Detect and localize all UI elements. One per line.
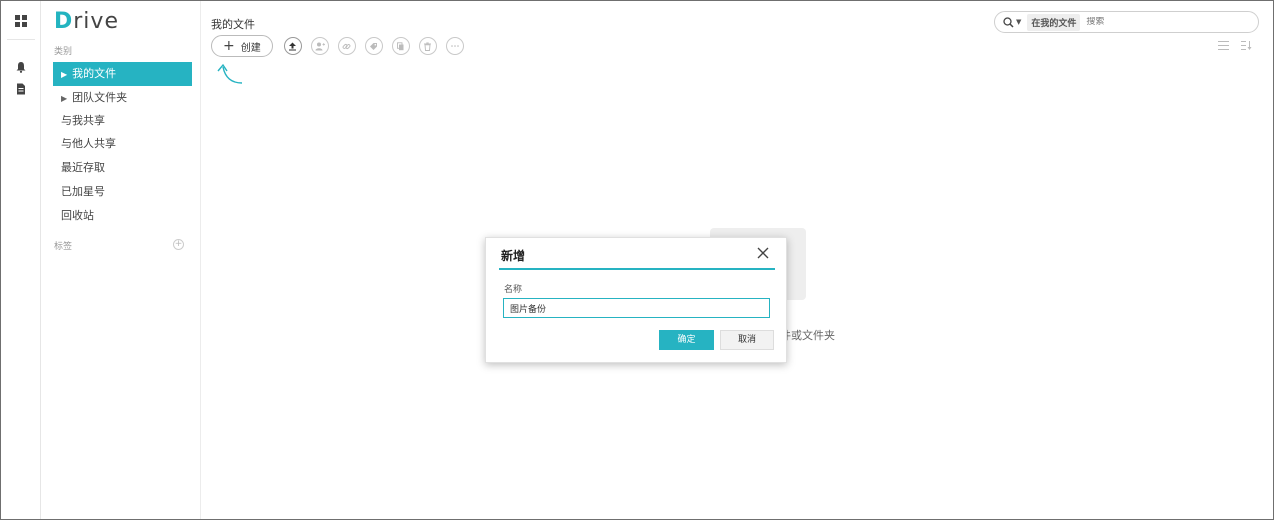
- rail-divider: [7, 39, 35, 40]
- tag-icon[interactable]: [364, 37, 383, 55]
- sidebar-item-trash[interactable]: 回收站: [53, 204, 192, 228]
- add-tag-icon[interactable]: +: [173, 239, 184, 250]
- dialog-divider: [499, 268, 775, 270]
- copy-icon[interactable]: [391, 37, 410, 55]
- name-field-label: 名称: [504, 285, 523, 295]
- view-toggles: [1218, 41, 1252, 50]
- page-title: 我的文件: [211, 18, 255, 31]
- close-icon[interactable]: [756, 246, 770, 260]
- more-icon[interactable]: [445, 37, 464, 55]
- search-box[interactable]: ▼ 在我的文件: [994, 11, 1259, 33]
- drive-logo[interactable]: Drive: [54, 9, 119, 34]
- logo-text: rive: [73, 9, 119, 34]
- sidebar-item-starred[interactable]: 已加星号: [53, 180, 192, 204]
- sidebar-item-label: 与我共享: [61, 114, 105, 127]
- plus-icon: +: [223, 38, 235, 54]
- new-folder-dialog: 新增 名称 确定 取消: [485, 237, 787, 363]
- chevron-down-icon[interactable]: ▼: [1016, 18, 1021, 26]
- link-icon[interactable]: [337, 37, 356, 55]
- apps-grid-icon[interactable]: [13, 13, 29, 29]
- create-button-label: 创建: [240, 42, 261, 54]
- bell-icon[interactable]: [13, 59, 29, 75]
- hint-arrow-icon: [217, 63, 243, 84]
- dialog-title: 新增: [501, 249, 526, 263]
- category-label: 类别: [54, 47, 73, 57]
- search-input[interactable]: [1086, 17, 1207, 27]
- sidebar-item-recent[interactable]: 最近存取: [53, 156, 192, 180]
- add-member-icon[interactable]: [310, 37, 329, 55]
- caret-right-icon: ▶: [61, 70, 68, 79]
- document-icon[interactable]: [13, 81, 29, 97]
- sidebar-item-label: 与他人共享: [61, 137, 116, 150]
- sidebar-item-my-files[interactable]: ▶ 我的文件: [53, 62, 192, 86]
- app-rail: [1, 1, 41, 519]
- sidebar: Drive 类别 ▶ 我的文件 ▶ 团队文件夹 与我共享 与他人共享 最近存取 已加…: [42, 1, 201, 519]
- trash-icon[interactable]: [418, 37, 437, 55]
- sidebar-item-label: 团队文件夹: [72, 91, 128, 104]
- cancel-button[interactable]: 取消: [720, 330, 774, 350]
- sidebar-item-shared-with-me[interactable]: 与我共享: [53, 109, 192, 133]
- sidebar-item-label: 最近存取: [61, 161, 105, 174]
- sidebar-item-label: 回收站: [61, 209, 94, 222]
- upload-icon[interactable]: [283, 37, 302, 55]
- logo-letter: D: [54, 9, 74, 34]
- name-field[interactable]: [503, 298, 770, 318]
- create-button[interactable]: + 创建: [211, 35, 273, 57]
- caret-right-icon: ▶: [61, 94, 68, 103]
- search-scope[interactable]: 在我的文件: [1027, 13, 1081, 31]
- toolbar: + 创建: [211, 35, 464, 57]
- search-icon: [1003, 16, 1014, 28]
- sidebar-item-shared-with-others[interactable]: 与他人共享: [53, 132, 192, 156]
- list-view-icon[interactable]: [1218, 41, 1229, 50]
- confirm-button[interactable]: 确定: [659, 330, 714, 350]
- sort-icon[interactable]: [1241, 41, 1252, 50]
- sidebar-item-label: 已加星号: [61, 185, 105, 198]
- empty-state-text: 件或文件夹: [780, 329, 835, 342]
- sidebar-item-team-folders[interactable]: ▶ 团队文件夹: [53, 86, 192, 110]
- tags-label: 标签: [54, 242, 73, 252]
- sidebar-item-label: 我的文件: [72, 67, 117, 80]
